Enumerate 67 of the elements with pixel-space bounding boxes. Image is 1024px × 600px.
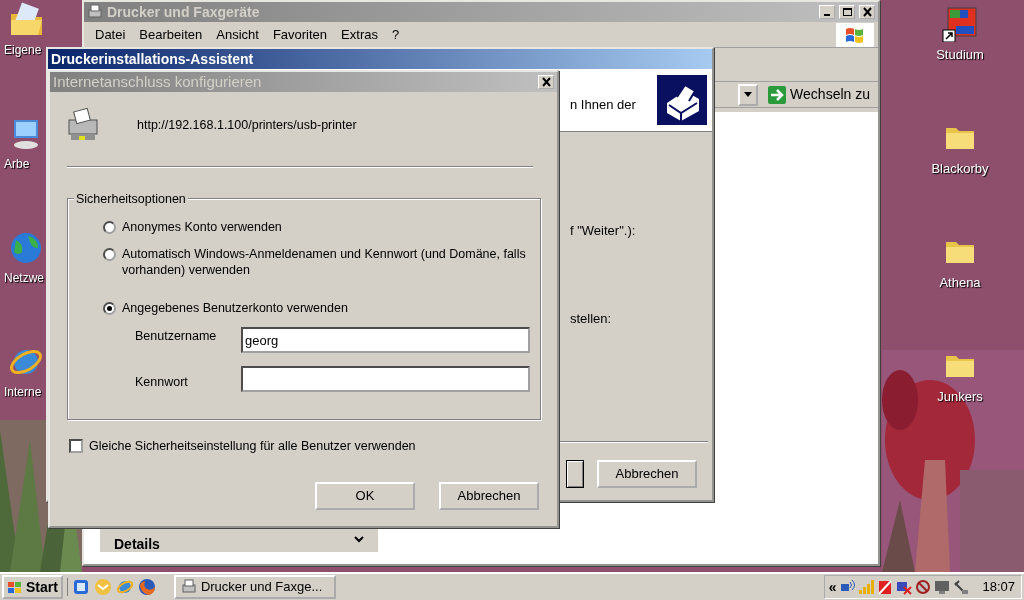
- ok-button[interactable]: OK: [315, 481, 415, 510]
- taskbar-button[interactable]: Drucker und Faxge...: [173, 575, 336, 599]
- cancel-button[interactable]: Abbrechen: [597, 460, 697, 488]
- windows-logo-icon: [836, 22, 874, 47]
- default-button[interactable]: [566, 460, 584, 488]
- dropdown-button[interactable]: [738, 83, 759, 106]
- window-title: Druckerinstallations-Assistent: [51, 49, 254, 69]
- printer-icon: [180, 579, 197, 595]
- input-field[interactable]: [241, 366, 530, 392]
- icon-label[interactable]: Interne: [4, 386, 42, 400]
- option-label[interactable]: Automatisch Windows-Anmeldenamen und Kennwort (und Domäne, falls vorhanden) verwenden: [122, 246, 527, 278]
- close-icon: [540, 77, 552, 87]
- body-text: stellen:: [570, 310, 612, 328]
- url-text: http://192.168.1.100/printers/usb-printer: [137, 116, 357, 134]
- go-button[interactable]: Wechseln zu: [766, 84, 872, 105]
- minimize-icon: [824, 14, 830, 16]
- printer-icon: [65, 108, 101, 142]
- icon-label[interactable]: Athena: [939, 276, 981, 291]
- icon-label[interactable]: Studium: [936, 48, 984, 63]
- header-text: n Ihnen der: [570, 96, 636, 114]
- close-icon: [861, 7, 873, 17]
- input-field[interactable]: georg: [241, 327, 530, 353]
- clock: 18:07: [982, 578, 1015, 597]
- checkbox[interactable]: [69, 439, 83, 454]
- radio-button[interactable]: [103, 248, 116, 261]
- menu-item[interactable]: Favoriten: [265, 24, 335, 45]
- printer-icon: [657, 75, 707, 125]
- field-label: Benutzername: [135, 328, 218, 345]
- radio-button[interactable]: [103, 221, 116, 234]
- close-button[interactable]: [859, 5, 875, 19]
- desktop-icon[interactable]: [71, 578, 90, 596]
- minimize-button[interactable]: [819, 5, 835, 19]
- window-title: Drucker und Faxgeräte: [107, 2, 260, 22]
- arrow-icon: [768, 85, 787, 104]
- icon-label[interactable]: Arbe: [4, 158, 30, 172]
- start-button[interactable]: Start: [2, 575, 63, 599]
- maximize-icon: [841, 7, 853, 17]
- document-folder-icon[interactable]: [8, 2, 44, 38]
- chevron-icon: [354, 536, 364, 544]
- antivirus-icon[interactable]: [915, 579, 932, 595]
- menu-item[interactable]: ?: [384, 24, 407, 45]
- body-text: f "Weiter".):: [570, 222, 636, 240]
- close-button[interactable]: [538, 75, 554, 89]
- cancel-button[interactable]: Abbrechen: [439, 481, 539, 510]
- menu-item[interactable]: Extras: [334, 24, 385, 45]
- tray-expand-button[interactable]: «: [828, 580, 837, 594]
- network-error-icon[interactable]: [896, 579, 913, 595]
- menu-item[interactable]: Bearbeiten: [132, 24, 210, 45]
- icon-label[interactable]: Blackorby: [931, 162, 989, 177]
- menu-item[interactable]: Ansicht: [209, 24, 266, 45]
- icon-label[interactable]: Junkers: [937, 390, 983, 405]
- details-panel-header[interactable]: Details: [100, 528, 378, 552]
- option-label[interactable]: Anonymes Konto verwenden: [122, 219, 527, 235]
- caret-icon: [744, 92, 753, 97]
- application-shortcut-icon[interactable]: [942, 6, 978, 42]
- icon-label[interactable]: Eigene: [4, 44, 42, 58]
- windows-logo-icon: [7, 580, 23, 594]
- icon-label[interactable]: Netzwe: [4, 272, 44, 286]
- radio-button[interactable]: [103, 302, 116, 315]
- monitor-icon[interactable]: [934, 579, 951, 595]
- option-label[interactable]: Angegebenes Benutzerkonto verwenden: [122, 300, 527, 316]
- dialog-title: Internetanschluss konfigurieren: [53, 71, 262, 92]
- maximize-button[interactable]: [839, 5, 855, 19]
- menu-item[interactable]: Datei: [88, 24, 133, 45]
- checkbox-label[interactable]: Gleiche Sicherheitseinstellung für alle Benutzer verwenden: [89, 437, 416, 456]
- field-label: Kennwort: [135, 374, 189, 391]
- printer-icon: [87, 4, 103, 20]
